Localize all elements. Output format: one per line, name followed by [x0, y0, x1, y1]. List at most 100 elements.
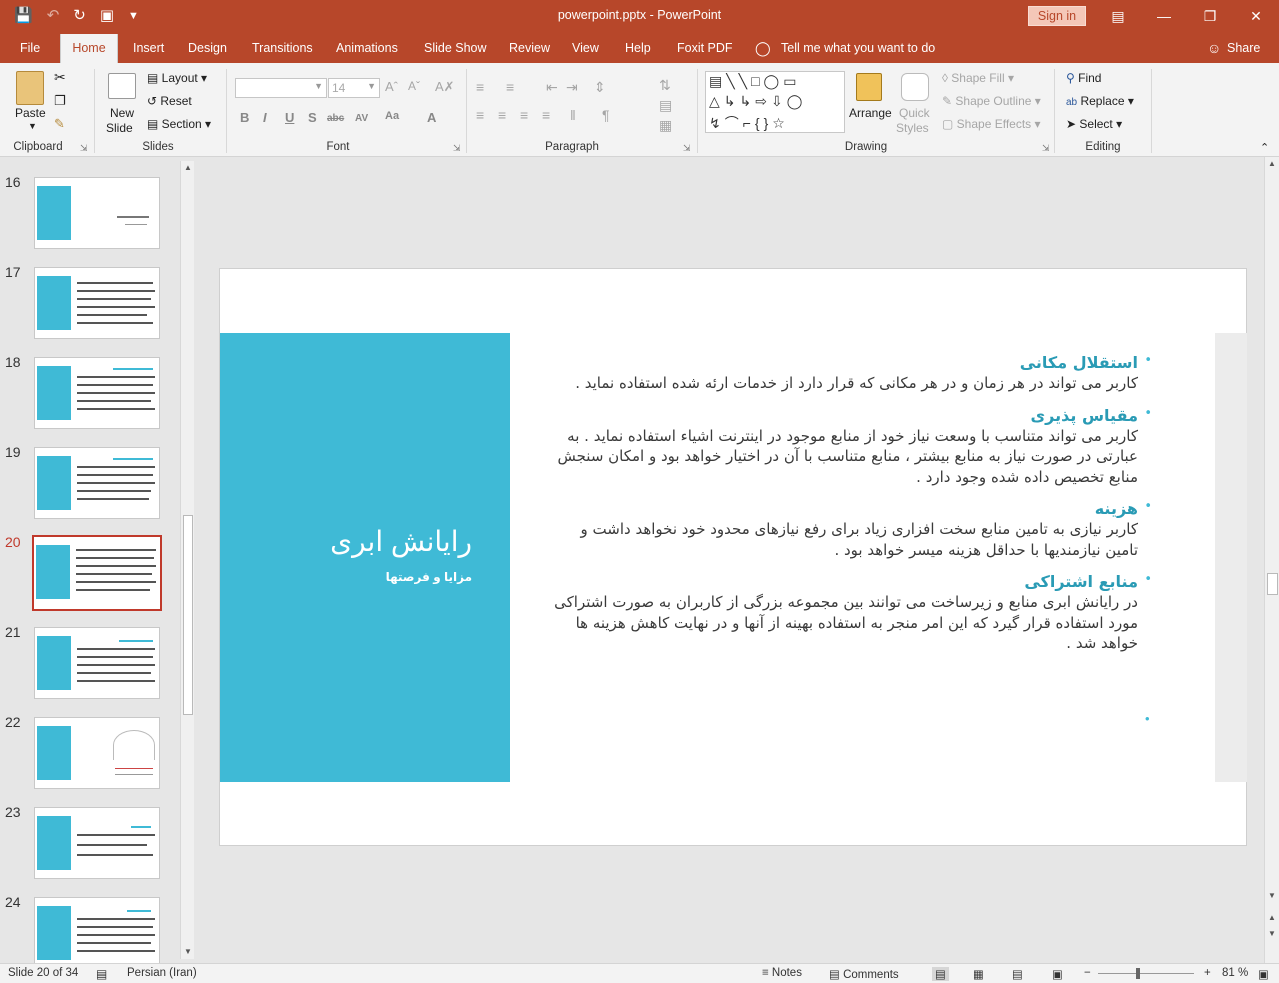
- cut-icon[interactable]: ✂: [54, 69, 66, 86]
- slide-thumbnail[interactable]: [34, 357, 160, 429]
- tab-review[interactable]: Review: [509, 34, 550, 63]
- slide-thumbnail-selected[interactable]: [32, 535, 162, 611]
- notes-button[interactable]: ≡ Notes: [762, 967, 802, 979]
- shadow-icon[interactable]: S: [308, 110, 317, 125]
- tab-view[interactable]: View: [572, 34, 599, 63]
- slide-thumbnail[interactable]: [34, 447, 160, 519]
- tell-me-search[interactable]: Tell me what you want to do: [781, 34, 935, 63]
- format-painter-icon[interactable]: ✎: [54, 116, 65, 132]
- scroll-down-icon[interactable]: ▼: [181, 947, 195, 956]
- slideshow-view-icon[interactable]: ▣: [1052, 967, 1063, 981]
- paste-dropdown-icon[interactable]: ▼: [28, 121, 37, 131]
- scrollbar-thumb[interactable]: [183, 515, 193, 715]
- decrease-indent-icon[interactable]: ⇤: [546, 79, 558, 96]
- numbering-icon[interactable]: ≡: [506, 79, 514, 95]
- close-icon[interactable]: ✕: [1233, 0, 1279, 32]
- tab-insert[interactable]: Insert: [133, 34, 164, 63]
- font-color-icon[interactable]: A: [427, 110, 436, 125]
- tab-animations[interactable]: Animations: [336, 34, 398, 63]
- tab-help[interactable]: Help: [625, 34, 651, 63]
- drawing-launcher-icon[interactable]: ⇲: [1042, 143, 1050, 154]
- replace-button[interactable]: ab Replace ▾: [1066, 94, 1134, 108]
- scrollbar-thumb[interactable]: [1267, 573, 1278, 595]
- font-launcher-icon[interactable]: ⇲: [453, 143, 461, 154]
- normal-view-icon[interactable]: ▤: [932, 967, 949, 981]
- sign-in-button[interactable]: Sign in: [1028, 6, 1086, 26]
- slide-subtitle[interactable]: مزایا و فرصتها: [386, 570, 472, 584]
- collapse-ribbon-icon[interactable]: ⌃: [1260, 141, 1269, 154]
- select-button[interactable]: ➤ Select ▾: [1066, 117, 1122, 131]
- increase-indent-icon[interactable]: ⇥: [566, 79, 578, 96]
- align-left-icon[interactable]: ≡: [476, 107, 484, 123]
- arrange-button[interactable]: Arrange: [849, 106, 892, 120]
- bold-icon[interactable]: B: [240, 110, 249, 125]
- paragraph-launcher-icon[interactable]: ⇲: [683, 143, 691, 154]
- shape-fill-button[interactable]: ◊ Shape Fill ▾: [942, 71, 1014, 85]
- font-size-combo[interactable]: 14 ▼: [328, 78, 380, 98]
- tab-file[interactable]: File: [20, 34, 40, 63]
- share-button[interactable]: Share: [1227, 34, 1260, 63]
- zoom-slider[interactable]: [1098, 973, 1194, 974]
- slide-thumbnail[interactable]: [34, 807, 160, 879]
- slides-panel-scrollbar[interactable]: ▲ ▼: [180, 161, 194, 959]
- line-spacing-icon[interactable]: ⇕: [594, 79, 606, 96]
- zoom-out-icon[interactable]: −: [1084, 967, 1091, 979]
- strikethrough-icon[interactable]: abc: [327, 113, 344, 124]
- align-right-icon[interactable]: ≡: [520, 107, 528, 123]
- zoom-level[interactable]: 81 %: [1222, 967, 1248, 979]
- slide-thumbnail[interactable]: [34, 177, 160, 249]
- next-slide-icon[interactable]: ▼: [1265, 929, 1279, 938]
- char-spacing-icon[interactable]: AV: [355, 113, 368, 124]
- ribbon-display-options-icon[interactable]: ▤: [1095, 0, 1141, 32]
- zoom-in-icon[interactable]: +: [1204, 967, 1211, 979]
- canvas-scrollbar[interactable]: ▲ ▼ ▲ ▼: [1264, 157, 1279, 963]
- paste-button[interactable]: Paste: [15, 106, 46, 120]
- clipboard-launcher-icon[interactable]: ⇲: [80, 143, 88, 154]
- minimize-icon[interactable]: —: [1141, 0, 1187, 32]
- tab-transitions[interactable]: Transitions: [252, 34, 313, 63]
- italic-icon[interactable]: I: [263, 110, 267, 125]
- scroll-down-icon[interactable]: ▼: [1265, 891, 1279, 900]
- scroll-up-icon[interactable]: ▲: [1265, 159, 1279, 168]
- align-text-icon[interactable]: ▤: [659, 97, 672, 114]
- reset-button[interactable]: ↺ Reset: [147, 94, 192, 108]
- tab-foxit-pdf[interactable]: Foxit PDF: [677, 34, 733, 63]
- comments-button[interactable]: ▤ Comments: [829, 967, 899, 981]
- spelling-icon[interactable]: ▤: [96, 967, 107, 981]
- scroll-up-icon[interactable]: ▲: [181, 163, 195, 172]
- slide-thumbnail[interactable]: [34, 267, 160, 339]
- slide-thumbnail[interactable]: [34, 717, 160, 789]
- fit-to-window-icon[interactable]: ▣: [1258, 967, 1269, 981]
- current-slide[interactable]: رایانش ابری مزایا و فرصتها • استقلال مکا…: [219, 268, 1247, 846]
- language-indicator[interactable]: Persian (Iran): [127, 967, 197, 979]
- layout-button[interactable]: ▤ Layout ▾: [147, 71, 207, 85]
- paste-icon[interactable]: [16, 71, 44, 105]
- new-slide-label-2[interactable]: Slide: [106, 121, 133, 135]
- tab-home[interactable]: Home: [60, 34, 118, 63]
- slide-sorter-icon[interactable]: ▦: [973, 967, 984, 981]
- slide-title[interactable]: رایانش ابری: [330, 525, 472, 558]
- shape-outline-button[interactable]: ✎ Shape Outline ▾: [942, 94, 1041, 108]
- slide-thumbnail[interactable]: [34, 627, 160, 699]
- tab-design[interactable]: Design: [188, 34, 227, 63]
- increase-font-icon[interactable]: Aˆ: [385, 79, 398, 94]
- zoom-slider-handle[interactable]: [1136, 968, 1140, 979]
- new-slide-icon[interactable]: [108, 73, 136, 99]
- copy-icon[interactable]: ❐: [54, 93, 66, 109]
- change-case-icon[interactable]: Aa: [385, 110, 399, 122]
- reading-view-icon[interactable]: ▤: [1012, 967, 1023, 981]
- arrange-icon[interactable]: [856, 73, 882, 101]
- previous-slide-icon[interactable]: ▲: [1265, 913, 1279, 922]
- content-placeholder[interactable]: • استقلال مکانی کاربر می تواند در هر زما…: [550, 353, 1152, 666]
- shape-effects-button[interactable]: ▢ Shape Effects ▾: [942, 117, 1041, 131]
- decrease-font-icon[interactable]: Aˇ: [408, 79, 420, 93]
- restore-icon[interactable]: ❐: [1187, 0, 1233, 32]
- quick-styles-label-2[interactable]: Styles: [896, 121, 929, 135]
- quick-styles-label-1[interactable]: Quick: [899, 106, 930, 120]
- new-slide-label-1[interactable]: New: [110, 106, 134, 120]
- font-name-combo[interactable]: ▼: [235, 78, 327, 98]
- justify-icon[interactable]: ≡: [542, 107, 550, 123]
- section-button[interactable]: ▤ Section ▾: [147, 117, 211, 131]
- quick-styles-icon[interactable]: [901, 73, 929, 101]
- shapes-gallery[interactable]: ▤╲╲□◯▭ △↳↳⇨⇩◯ ↯⌒⌐{}☆: [705, 71, 845, 133]
